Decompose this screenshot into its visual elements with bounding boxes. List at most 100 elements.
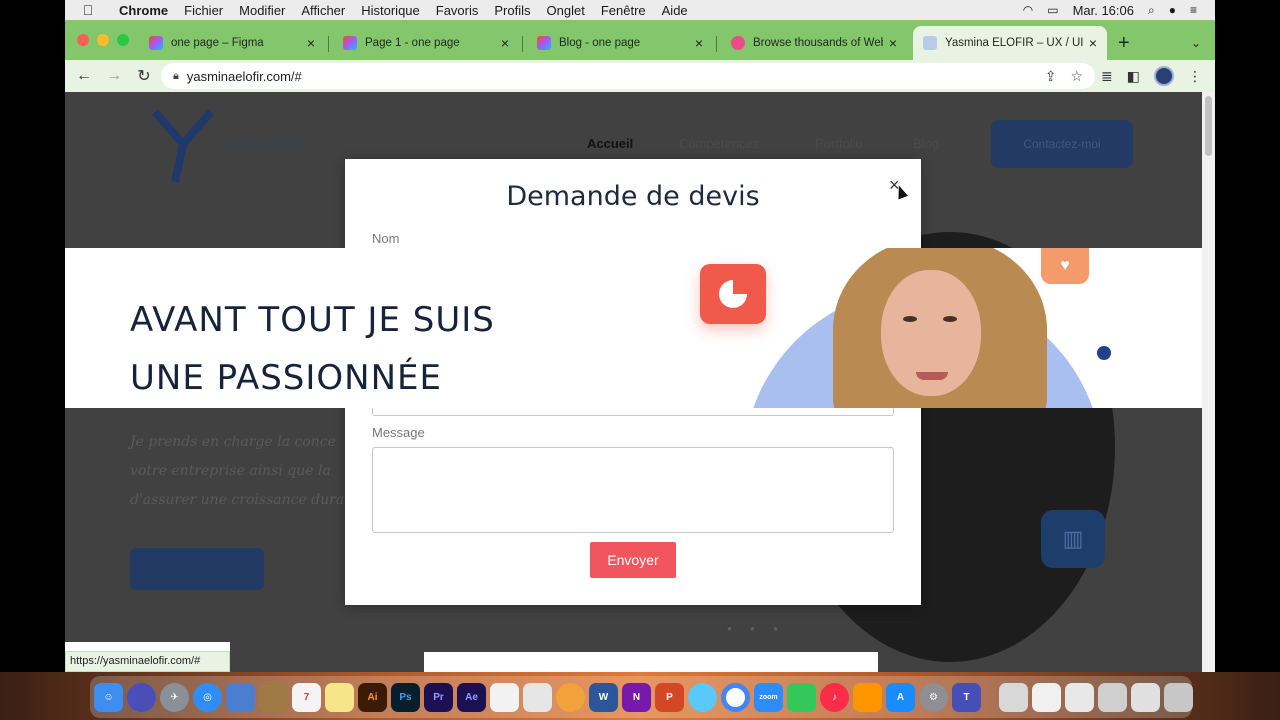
- premiere-icon[interactable]: Pr: [424, 682, 453, 712]
- reload-icon[interactable]: ↻: [129, 66, 159, 86]
- teams-icon[interactable]: T: [952, 682, 981, 712]
- portrait-photo: [833, 248, 1047, 408]
- message-textarea[interactable]: [372, 447, 894, 533]
- tab-close-icon[interactable]: ×: [307, 35, 315, 51]
- tab-close-icon[interactable]: ×: [501, 35, 509, 51]
- app-store-icon[interactable]: A: [886, 682, 915, 712]
- script-editor-icon[interactable]: [523, 682, 552, 712]
- calendar-icon[interactable]: 7: [292, 682, 321, 712]
- music-icon[interactable]: ♪: [820, 682, 849, 712]
- battery-icon[interactable]: ▭: [1047, 3, 1058, 17]
- menu-fenetre[interactable]: Fenêtre: [593, 3, 654, 18]
- system-preferences-icon[interactable]: ⚙: [919, 682, 948, 712]
- clock[interactable]: Mar. 16:06: [1073, 3, 1134, 18]
- menu-modifier[interactable]: Modifier: [231, 3, 293, 18]
- menu-profils[interactable]: Profils: [486, 3, 538, 18]
- zoom-icon[interactable]: zoom: [754, 682, 783, 712]
- intro-text-line-3: d'assurer une croissance dura: [130, 492, 345, 508]
- web-page: Yasmina Elofir Accueil Compétences Portf…: [65, 92, 1202, 672]
- url-text[interactable]: yasminaelofir.com/#: [187, 69, 302, 84]
- apple-icon[interactable]: : [65, 2, 111, 18]
- minimize-window-button[interactable]: [97, 34, 109, 46]
- document-icon[interactable]: [1065, 682, 1094, 712]
- powerpoint-icon[interactable]: P: [655, 682, 684, 712]
- tab-close-icon[interactable]: ×: [695, 35, 703, 51]
- scrollbar-thumb[interactable]: [1205, 96, 1212, 156]
- tab-close-icon[interactable]: ×: [889, 35, 897, 51]
- back-arrow-icon[interactable]: ←: [69, 67, 99, 85]
- reading-list-icon[interactable]: ≣: [1101, 68, 1113, 85]
- hero-cta-button[interactable]: [130, 548, 264, 590]
- nav-accueil[interactable]: Accueil: [587, 136, 633, 151]
- after-effects-icon[interactable]: Ae: [457, 682, 486, 712]
- tab-title: Browse thousands of Web: [753, 37, 883, 49]
- nav-competences[interactable]: Compétences: [679, 136, 759, 151]
- menu-afficher[interactable]: Afficher: [293, 3, 353, 18]
- chrome-icon[interactable]: [721, 682, 750, 712]
- menu-favoris[interactable]: Favoris: [428, 3, 487, 18]
- share-icon[interactable]: ⇪: [1045, 68, 1057, 85]
- tab-dribbble[interactable]: Browse thousands of Web ×: [721, 26, 907, 60]
- new-tab-plus-icon[interactable]: +: [1118, 32, 1130, 55]
- menu-kebab-icon[interactable]: ⋮: [1188, 68, 1202, 85]
- photos-icon[interactable]: [556, 682, 585, 712]
- facetime-icon[interactable]: [787, 682, 816, 712]
- tab-blog[interactable]: Blog - one page ×: [527, 26, 713, 60]
- stickies-icon[interactable]: [325, 682, 354, 712]
- forward-arrow-icon[interactable]: →: [99, 67, 129, 85]
- siri-icon[interactable]: ●: [1169, 3, 1176, 17]
- window-thumbnail-icon[interactable]: [1131, 682, 1160, 712]
- launchpad-icon[interactable]: ✈: [160, 682, 189, 712]
- tab-figma-one-page[interactable]: one page – Figma ×: [139, 26, 325, 60]
- safari-icon[interactable]: ◎: [193, 682, 222, 712]
- lock-icon[interactable]: 🔒︎: [173, 70, 179, 83]
- nav-portfolio[interactable]: Portfolio: [815, 136, 863, 151]
- preview-icon[interactable]: [226, 682, 255, 712]
- vertical-scrollbar[interactable]: [1202, 92, 1215, 672]
- folder-icon[interactable]: [1032, 682, 1061, 712]
- nav-blog[interactable]: Blog: [913, 136, 939, 151]
- menu-historique[interactable]: Historique: [353, 3, 428, 18]
- messages-icon[interactable]: [688, 682, 717, 712]
- macos-menu-bar:  Chrome Fichier Modifier Afficher Histo…: [65, 0, 1215, 20]
- zoom-window-button[interactable]: [117, 34, 129, 46]
- decorative-dot: [1097, 346, 1111, 360]
- address-bar[interactable]: 🔒︎ yasminaelofir.com/# ⇪ ☆: [161, 63, 1095, 89]
- word-icon[interactable]: W: [589, 682, 618, 712]
- siri-icon[interactable]: [127, 682, 156, 712]
- finder-icon[interactable]: ☺: [94, 682, 123, 712]
- notes-app-icon[interactable]: [259, 682, 288, 712]
- menu-aide[interactable]: Aide: [654, 3, 696, 18]
- control-center-icon[interactable]: ≡: [1190, 3, 1197, 17]
- illustrator-icon[interactable]: Ai: [358, 682, 387, 712]
- carousel-dots[interactable]: ● ● ●: [727, 624, 786, 633]
- menu-onglet[interactable]: Onglet: [539, 3, 593, 18]
- site-logo-icon[interactable]: [145, 104, 225, 184]
- tab-title: Yasmina ELOFIR – UX / UI: [945, 37, 1083, 49]
- menu-fichier[interactable]: Fichier: [176, 3, 231, 18]
- send-button[interactable]: Envoyer: [590, 542, 676, 578]
- site-logo-text[interactable]: Yasmina Elofir: [215, 136, 304, 152]
- page-white-strip: [424, 652, 878, 672]
- tab-page-1[interactable]: Page 1 - one page ×: [333, 26, 519, 60]
- tab-close-icon[interactable]: ×: [1089, 35, 1097, 51]
- side-panel-icon[interactable]: ◧: [1127, 68, 1140, 85]
- bookmark-star-icon[interactable]: ☆: [1070, 68, 1083, 85]
- screenshot-icon[interactable]: [1098, 682, 1127, 712]
- menu-app-name[interactable]: Chrome: [111, 3, 176, 18]
- wifi-icon[interactable]: ◠: [1023, 3, 1033, 17]
- heart-icon: ♥: [1041, 248, 1089, 284]
- contact-button[interactable]: Contactez-moi: [991, 120, 1133, 168]
- link-status-bubble: https://yasminaelofir.com/#: [65, 651, 230, 672]
- profile-avatar[interactable]: [1153, 66, 1174, 86]
- tab-yasmina-active[interactable]: Yasmina ELOFIR – UX / UI ×: [913, 26, 1107, 60]
- tab-search-chevron-icon[interactable]: ⌄: [1191, 36, 1201, 50]
- trash-icon[interactable]: [1164, 682, 1193, 712]
- close-window-button[interactable]: [77, 34, 89, 46]
- photoshop-icon[interactable]: Ps: [391, 682, 420, 712]
- textedit-icon[interactable]: [490, 682, 519, 712]
- onenote-icon[interactable]: N: [622, 682, 651, 712]
- spotlight-search-icon[interactable]: ⌕: [1148, 3, 1155, 18]
- printer-icon[interactable]: [999, 682, 1028, 712]
- books-icon[interactable]: [853, 682, 882, 712]
